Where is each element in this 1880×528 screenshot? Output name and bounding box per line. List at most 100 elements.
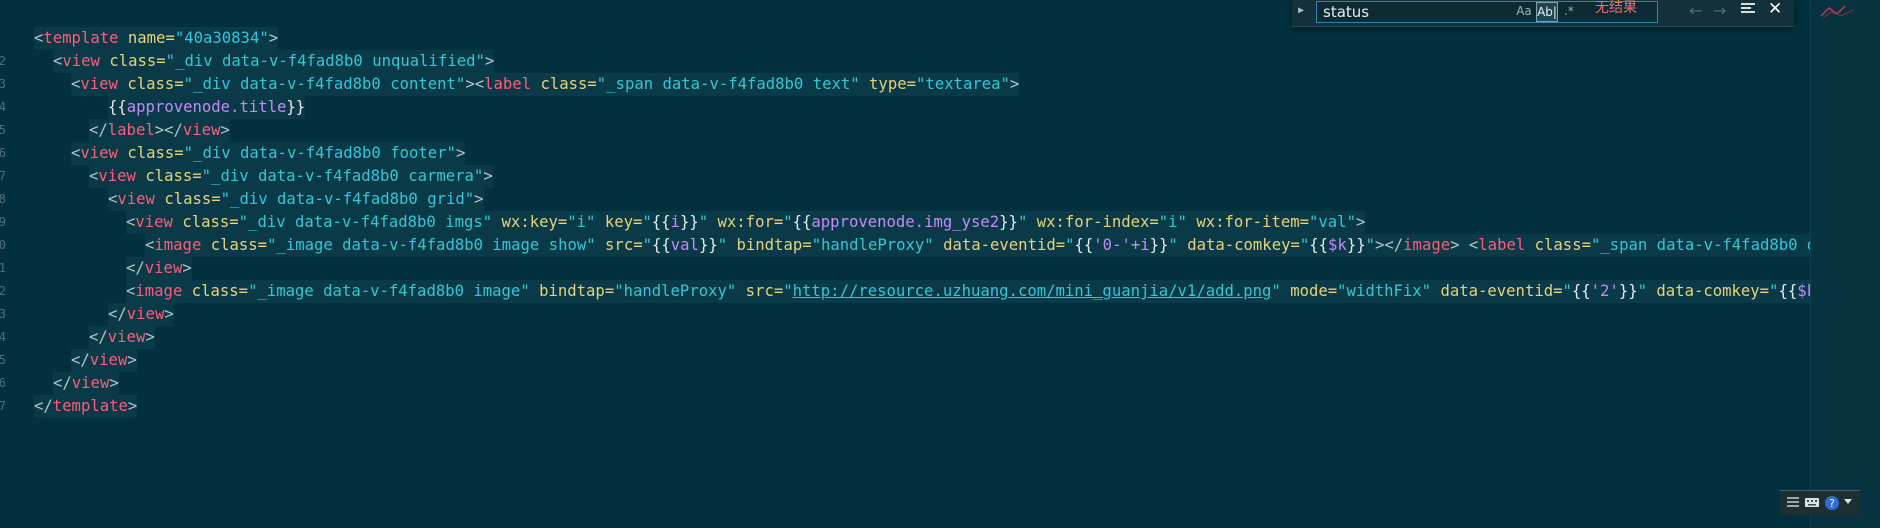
string-token: "_div data-v-f4fad8b0 footer" [183,144,456,162]
attr-token: wx:for= [708,213,784,231]
code-content[interactable]: <template name="40a30834"> <view class="… [34,27,1810,418]
code-line-7[interactable]: <view class="_div data-v-f4fad8b0 carmer… [34,165,1810,188]
string-token: " [783,282,793,300]
match-case-button[interactable]: Aa [1515,2,1533,20]
string-token: "_div data-v-f4fad8b0 content" [183,75,466,93]
attr-token: wx:for-index= [1027,213,1159,231]
string-token: " [1065,236,1075,254]
string-token: " [1637,282,1648,300]
token: </ [89,328,108,346]
string-token: "_div data-v-f4fad8b0 carmera" [201,167,484,185]
code-line-10[interactable]: <image class="_image data-v-f4fad8b0 ima… [34,234,1810,257]
code-line-12[interactable]: <image class="_image data-v-f4fad8b0 ima… [34,280,1810,303]
line-number: 2 [0,54,6,68]
code-line-4[interactable]: {{approvenode.title}} [34,96,1810,119]
tag-token: image [1403,236,1451,254]
token: < [71,144,81,162]
tag-token: view [117,190,155,208]
code-line-14[interactable]: </view> [34,326,1810,349]
token: </ [126,259,145,277]
code-line-6[interactable]: <view class="_div data-v-f4fad8b0 footer… [34,142,1810,165]
keyboard-icon[interactable] [1804,495,1820,509]
expression-token: $k [1328,236,1347,254]
token: </ [71,351,90,369]
code-line-1[interactable]: <template name="40a30834"> [34,27,1810,50]
attr-token: class= [117,144,184,162]
token: < [89,167,99,185]
code-line-16[interactable]: </view> [34,372,1810,395]
string-token: " [1271,282,1281,300]
attr-token: mode= [1280,282,1338,300]
whole-word-button[interactable]: Ab| [1536,2,1558,22]
tag-token: view [71,374,110,392]
code-line-5[interactable]: </label></view> [34,119,1810,142]
string-token: "textarea" [916,75,1010,93]
find-in-selection-icon[interactable] [1741,3,1757,17]
attr-token: src= [736,282,784,300]
expression-token: val [670,236,699,254]
tag-token: view [144,259,183,277]
code-line-9[interactable]: <view class="_div data-v-f4fad8b0 imgs" … [34,211,1810,234]
line-number [0,27,6,49]
tag-token: view [135,213,173,231]
token: }} [286,98,306,116]
code-line-17[interactable]: </template> [34,395,1810,418]
code-line-15[interactable]: </view> [34,349,1810,372]
attr-token: data-eventid= [1431,282,1563,300]
string-token: "40a30834" [174,29,269,47]
tag-token: label [107,121,155,139]
toggle-replace-chevron-right-icon[interactable]: ▶ [1298,5,1304,16]
code-line-8[interactable]: <view class="_div data-v-f4fad8b0 grid"> [34,188,1810,211]
line-number: 6 [0,376,6,390]
regex-button[interactable]: .* [1561,2,1577,20]
attr-token: name= [118,29,175,47]
previous-match-arrow-left-icon[interactable]: ← [1689,1,1702,20]
string-token: " [1365,236,1375,254]
line-number: 1 [0,261,6,275]
attr-token: class= [1525,236,1591,254]
url-link[interactable]: http://resource.uzhuang.com/mini_guanjia… [793,282,1272,300]
expression-token: '2' [1590,282,1619,300]
line-number: 5 [0,123,6,137]
token: ></ [154,121,183,139]
token: ></ [1375,236,1404,254]
string-token: "i" [567,213,596,231]
line-number: 0 [0,238,6,252]
code-line-3[interactable]: <view class="_div data-v-f4fad8b0 conten… [34,73,1810,96]
line-number: 7 [0,169,6,183]
next-match-arrow-right-icon[interactable]: → [1713,1,1726,20]
code-line-11[interactable]: </view> [34,257,1810,280]
line-number: 7 [0,399,6,413]
token: }} [999,213,1018,231]
line-number: 3 [0,77,6,91]
token: > [220,121,230,139]
code-line-13[interactable]: </view> [34,303,1810,326]
find-input-value: status [1323,3,1370,21]
token: {{ [108,98,127,116]
string-token: "val" [1309,213,1356,231]
attr-token: key= [595,213,643,231]
tag-token: view [107,328,146,346]
code-line-2[interactable]: <view class="_div data-v-f4fad8b0 unqual… [34,50,1810,73]
string-token: "_div data-v-f4fad8b0 grid" [220,190,475,208]
system-tray: ? [1780,490,1860,515]
minimap[interactable] [1810,0,1880,528]
token: > [268,29,279,47]
token: < [34,29,44,47]
token: < [126,282,136,300]
string-token: "handleProxy" [811,236,934,254]
token: > [127,397,138,415]
code-editor[interactable]: 2 3 4 5 6 7 8 9 0 1 2 3 4 5 6 7 <templat… [0,0,1810,528]
help-icon[interactable]: ? [1824,495,1840,511]
expression-token: '0-'+i [1093,236,1150,254]
string-token: "_div data-v-f4fad8b0 unqualified" [165,52,485,70]
attr-token: bindtap= [529,282,615,300]
tray-chevron-down-icon[interactable] [1844,499,1852,505]
token: < [108,190,118,208]
token: {{ [1309,236,1329,254]
close-find-icon[interactable]: ✕ [1768,0,1782,19]
attr-token: wx:key= [492,213,568,231]
string-token: "i" [1158,213,1187,231]
token: > [145,328,155,346]
tag-token: view [80,75,118,93]
